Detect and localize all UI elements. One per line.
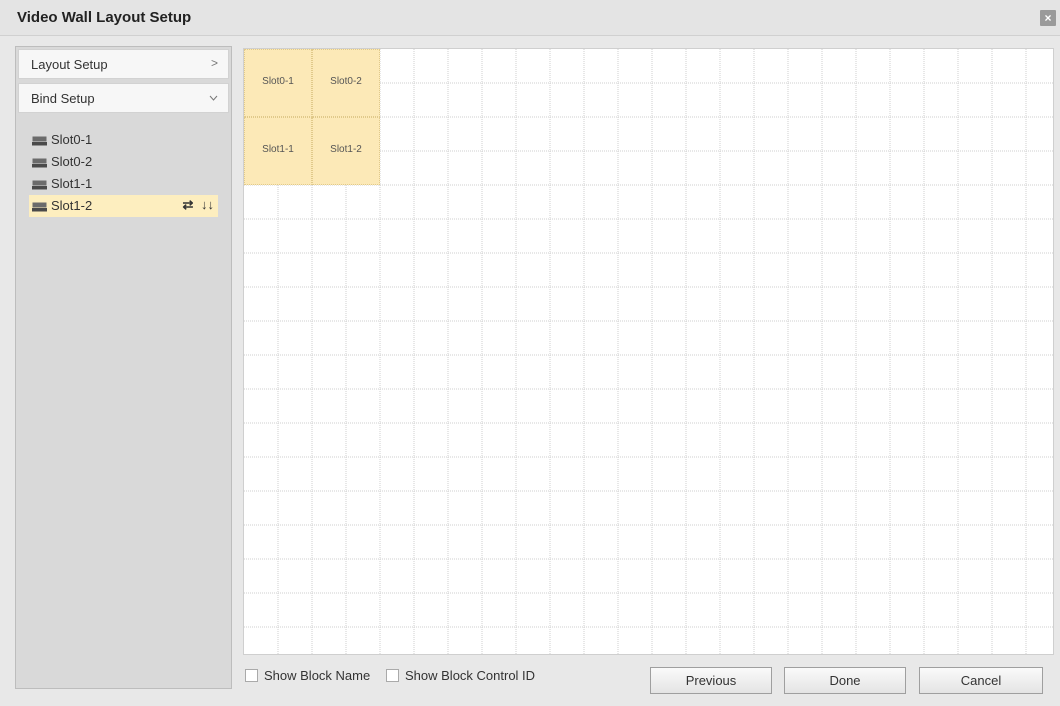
dialog-title: Video Wall Layout Setup xyxy=(17,9,192,26)
wall-block[interactable]: Slot1-2 xyxy=(312,117,380,185)
menu-bind-setup[interactable]: Bind Setup xyxy=(18,83,229,113)
slot-name: Slot0-1 xyxy=(51,132,93,147)
monitor-device-icon xyxy=(32,178,47,190)
slot-item[interactable]: Slot1-1 xyxy=(16,173,231,195)
menu-layout-setup[interactable]: Layout Setup > xyxy=(18,49,229,79)
title-bar: Video Wall Layout Setup × xyxy=(0,0,1060,36)
slot-name: Slot0-2 xyxy=(51,154,93,169)
menu-layout-setup-label: Layout Setup xyxy=(31,57,108,72)
slot-name: Slot1-1 xyxy=(51,176,93,191)
slot-actions: ⇄ ↓↓ xyxy=(178,197,214,213)
menu-bind-setup-label: Bind Setup xyxy=(31,91,95,106)
move-down-icon[interactable]: ↓↓ xyxy=(201,197,214,212)
slot-item-selected[interactable]: Slot1-2 ⇄ ↓↓ xyxy=(29,195,218,217)
chevron-right-icon: > xyxy=(210,56,218,70)
block-label: Slot0-1 xyxy=(262,76,294,87)
show-block-name-label: Show Block Name xyxy=(264,668,371,683)
show-block-name-option[interactable]: Show Block Name xyxy=(245,668,370,683)
done-button[interactable]: Done xyxy=(784,667,906,694)
slot-item[interactable]: Slot0-2 xyxy=(16,151,231,173)
previous-button[interactable]: Previous xyxy=(650,667,772,694)
slot-name: Slot1-2 xyxy=(51,198,93,213)
monitor-device-icon xyxy=(32,200,47,212)
show-block-name-checkbox[interactable] xyxy=(245,669,258,682)
block-label: Slot1-1 xyxy=(262,144,294,155)
monitor-device-icon xyxy=(32,156,47,168)
swap-icon[interactable]: ⇄ xyxy=(182,197,193,212)
show-block-control-id-option[interactable]: Show Block Control ID xyxy=(386,668,535,683)
chevron-down-icon xyxy=(209,90,218,104)
close-icon[interactable]: × xyxy=(1040,10,1056,26)
show-block-control-id-label: Show Block Control ID xyxy=(405,668,536,683)
block-label: Slot1-2 xyxy=(330,144,362,155)
show-block-control-id-checkbox[interactable] xyxy=(386,669,399,682)
wall-block[interactable]: Slot0-2 xyxy=(312,49,380,117)
cancel-button[interactable]: Cancel xyxy=(919,667,1043,694)
wall-block[interactable]: Slot1-1 xyxy=(244,117,312,185)
monitor-device-icon xyxy=(32,134,47,146)
slot-item[interactable]: Slot0-1 xyxy=(16,129,231,151)
slot-list: Slot0-1 Slot0-2 Slot1-1 Slot1-2 ⇄ ↓↓ xyxy=(16,129,231,217)
video-wall-dialog: Video Wall Layout Setup × Layout Setup >… xyxy=(0,0,1060,706)
wall-block[interactable]: Slot0-1 xyxy=(244,49,312,117)
side-panel: Layout Setup > Bind Setup Slot0-1 Slot0-… xyxy=(15,46,232,689)
video-wall-grid[interactable]: Slot0-1 Slot0-2 Slot1-1 Slot1-2 xyxy=(243,48,1054,655)
block-label: Slot0-2 xyxy=(330,76,362,87)
